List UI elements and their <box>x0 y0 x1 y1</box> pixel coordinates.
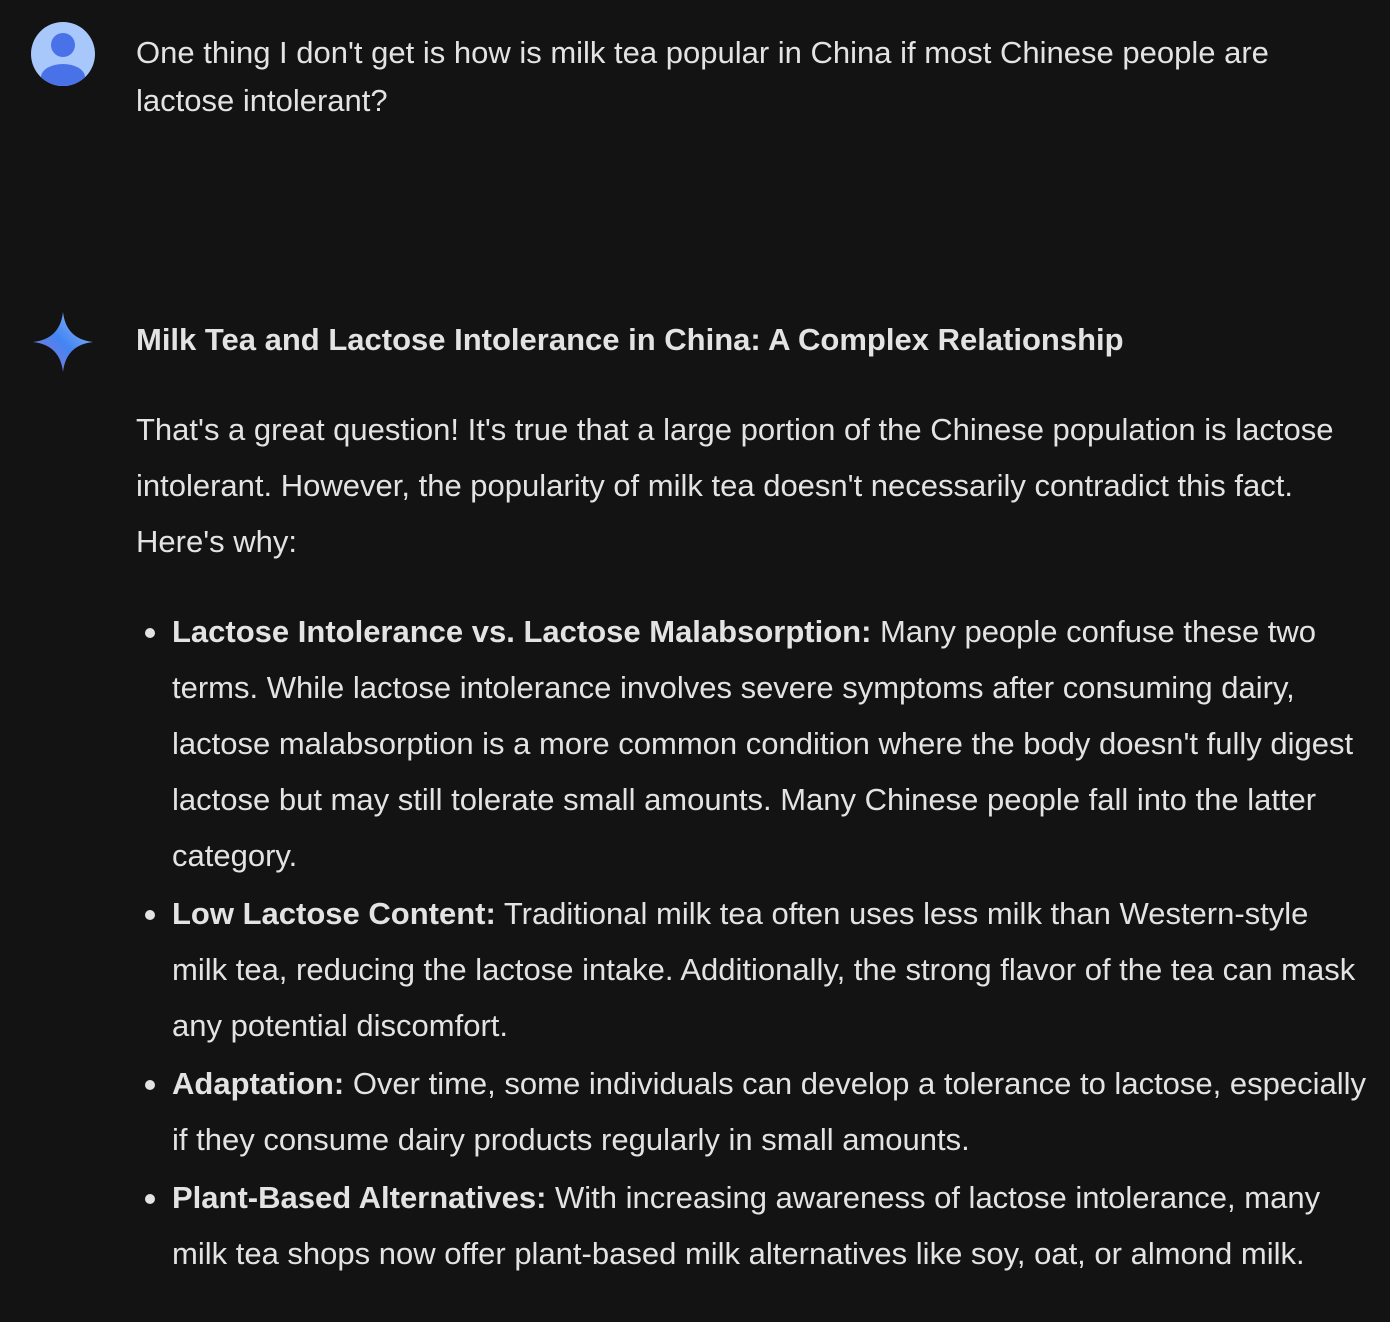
list-item: Adaptation: Over time, some individuals … <box>136 1056 1371 1168</box>
bullet-dot-icon <box>145 1080 155 1090</box>
bullet-term: Adaptation: <box>172 1066 345 1101</box>
user-message-text: One thing I don't get is how is milk tea… <box>136 35 1269 118</box>
response-title: Milk Tea and Lactose Intolerance in Chin… <box>136 322 1124 357</box>
bullet-dot-icon <box>145 910 155 920</box>
gemini-sparkle-icon <box>31 310 95 374</box>
bullet-term: Low Lactose Content: <box>172 896 496 931</box>
model-response-content: Milk Tea and Lactose Intolerance in Chin… <box>136 300 1371 1284</box>
bullet-list: Lactose Intolerance vs. Lactose Malabsor… <box>136 604 1371 1282</box>
list-item: Lactose Intolerance vs. Lactose Malabsor… <box>136 604 1371 884</box>
bullet-term: Plant-Based Alternatives: <box>172 1180 547 1215</box>
list-item: Plant-Based Alternatives: With increasin… <box>136 1170 1371 1282</box>
bullet-text: Many people confuse these two terms. Whi… <box>172 614 1354 873</box>
user-avatar-icon[interactable] <box>31 22 95 86</box>
bullet-dot-icon <box>145 1194 155 1204</box>
list-item: Low Lactose Content: Traditional milk te… <box>136 886 1371 1054</box>
bullet-term: Lactose Intolerance vs. Lactose Malabsor… <box>172 614 872 649</box>
bullet-dot-icon <box>145 628 155 638</box>
bullet-text: Over time, some individuals can develop … <box>172 1066 1367 1157</box>
response-intro: That's a great question! It's true that … <box>136 412 1334 559</box>
